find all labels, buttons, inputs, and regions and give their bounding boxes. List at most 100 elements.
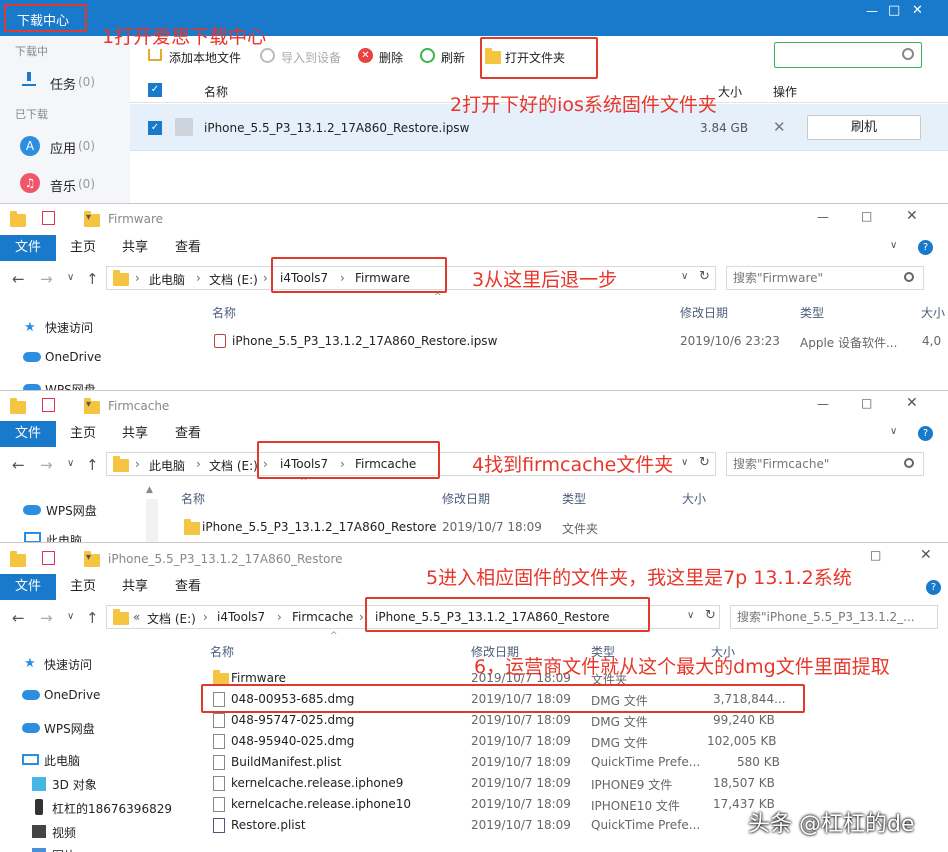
tab-view[interactable]: 查看 (175, 421, 201, 447)
nav-wps[interactable]: WPS网盘 (46, 502, 97, 519)
folder-row[interactable]: iPhone_5.5_P3_13.1.2_17A860_Restore 2019… (180, 517, 740, 538)
delete-button[interactable]: 删除 (379, 49, 403, 66)
quick-access-dropdown-icon[interactable]: ▾ (86, 399, 91, 410)
tab-file[interactable]: 文件 (0, 574, 56, 600)
refresh-icon[interactable]: ↻ (705, 608, 716, 623)
file-row[interactable]: 048-95747-025.dmg 2019/10/7 18:09 DMG 文件… (205, 710, 805, 731)
tab-share[interactable]: 共享 (122, 421, 148, 447)
close-button[interactable]: ✕ (920, 547, 932, 563)
crumb-firmcache[interactable]: Firmcache (292, 610, 353, 624)
tab-file[interactable]: 文件 (0, 235, 56, 261)
up-button[interactable]: ↑ (86, 456, 99, 474)
file-row[interactable]: 048-95940-025.dmg 2019/10/7 18:09 DMG 文件… (205, 731, 805, 752)
column-date[interactable]: 修改日期 (680, 304, 728, 321)
column-type[interactable]: 类型 (562, 490, 586, 507)
crumb-drive[interactable]: 文档 (E:) (147, 610, 196, 627)
maximize-button[interactable]: □ (870, 548, 881, 562)
refresh-icon[interactable]: ↻ (699, 269, 710, 284)
search-input[interactable]: 搜索"Firmcache" (726, 452, 924, 476)
file-row[interactable]: Restore.plist 2019/10/7 18:09 QuickTime … (205, 815, 805, 836)
quick-access-dropdown-icon[interactable]: ▾ (86, 552, 91, 563)
tab-home[interactable]: 主页 (70, 421, 96, 447)
tab-home[interactable]: 主页 (70, 235, 96, 261)
nav-3d-objects[interactable]: 3D 对象 (52, 776, 97, 793)
select-all-checkbox[interactable]: ✓ (148, 83, 162, 97)
back-button[interactable]: ← (12, 456, 25, 474)
help-icon[interactable]: ? (918, 240, 933, 255)
sidebar-item-music[interactable]: 音乐 (50, 176, 76, 195)
file-row[interactable]: iPhone_5.5_P3_13.1.2_17A860_Restore.ipsw… (210, 331, 948, 352)
nav-quick-access[interactable]: 快速访问 (44, 656, 92, 673)
crumb-overflow[interactable]: « (133, 610, 140, 624)
search-input[interactable]: 搜索"iPhone_5.5_P3_13.1.2_... (730, 605, 938, 629)
file-row[interactable]: kernelcache.release.iphone10 2019/10/7 1… (205, 794, 805, 815)
back-button[interactable]: ← (12, 609, 25, 627)
nav-onedrive[interactable]: OneDrive (44, 688, 100, 702)
recent-dropdown-icon[interactable]: ∨ (67, 611, 74, 622)
scroll-up-arrow[interactable]: ▲ (146, 485, 153, 495)
column-type[interactable]: 类型 (800, 304, 824, 321)
column-size[interactable]: 大小 (682, 490, 706, 507)
column-name[interactable]: 名称 (210, 643, 234, 660)
maximize-button[interactable]: □ (861, 396, 872, 410)
recent-dropdown-icon[interactable]: ∨ (67, 458, 74, 469)
maximize-button[interactable]: □ (888, 3, 900, 18)
tab-home[interactable]: 主页 (70, 574, 96, 600)
ribbon-expand-icon[interactable]: ∨ (890, 240, 897, 251)
nav-this-pc[interactable]: 此电脑 (44, 752, 80, 769)
address-dropdown-icon[interactable]: ∨ (681, 271, 688, 282)
remove-row-icon[interactable]: ✕ (773, 118, 786, 136)
tab-view[interactable]: 查看 (175, 574, 201, 600)
help-icon[interactable]: ? (918, 426, 933, 441)
forward-button[interactable]: → (40, 270, 53, 288)
search-icon[interactable] (904, 458, 914, 468)
forward-button[interactable]: → (40, 456, 53, 474)
help-icon[interactable]: ? (926, 580, 941, 595)
forward-button[interactable]: → (40, 609, 53, 627)
search-input[interactable]: 搜索"Firmware" (726, 266, 924, 290)
nav-pictures[interactable]: 图片 (52, 847, 76, 852)
row-checkbox[interactable]: ✓ (148, 121, 162, 135)
minimize-button[interactable]: — (866, 4, 878, 18)
column-name[interactable]: 名称 (212, 304, 236, 321)
nav-wps[interactable]: WPS网盘 (44, 720, 95, 737)
nav-device[interactable]: 杠杠的18676396829 (52, 800, 172, 817)
sidebar-item-tasks[interactable]: 任务 (50, 74, 76, 93)
nav-quick-access[interactable]: 快速访问 (45, 319, 93, 336)
up-button[interactable]: ↑ (86, 270, 99, 288)
up-button[interactable]: ↑ (86, 609, 99, 627)
column-name[interactable]: 名称 (181, 490, 205, 507)
add-local-file-button[interactable]: 添加本地文件 (169, 49, 241, 66)
address-dropdown-icon[interactable]: ∨ (687, 610, 694, 621)
ribbon-expand-icon[interactable]: ∨ (890, 426, 897, 437)
search-icon[interactable] (902, 48, 914, 60)
refresh-button[interactable]: 刷新 (441, 49, 465, 66)
crumb-drive[interactable]: 文档 (E:) (209, 457, 258, 474)
nav-onedrive[interactable]: OneDrive (45, 350, 101, 364)
close-button[interactable]: ✕ (912, 3, 923, 18)
tab-share[interactable]: 共享 (122, 235, 148, 261)
import-device-button[interactable]: 导入到设备 (281, 49, 341, 66)
address-dropdown-icon[interactable]: ∨ (681, 457, 688, 468)
flash-button[interactable]: 刷机 (807, 115, 921, 140)
maximize-button[interactable]: □ (861, 209, 872, 223)
crumb-this-pc[interactable]: 此电脑 (149, 457, 185, 474)
minimize-button[interactable]: — (817, 210, 829, 224)
quick-access-dropdown-icon[interactable]: ▾ (86, 212, 91, 223)
refresh-icon[interactable]: ↻ (699, 455, 710, 470)
download-search-input[interactable] (774, 42, 922, 68)
search-icon[interactable] (904, 272, 914, 282)
recent-dropdown-icon[interactable]: ∨ (67, 272, 74, 283)
nav-videos[interactable]: 视频 (52, 824, 76, 841)
close-button[interactable]: ✕ (906, 208, 918, 224)
minimize-button[interactable]: — (817, 397, 829, 411)
column-size[interactable]: 大小 (921, 304, 945, 321)
crumb-i4tools[interactable]: i4Tools7 (217, 610, 265, 624)
sidebar-item-apps[interactable]: 应用 (50, 138, 76, 157)
file-row[interactable]: kernelcache.release.iphone9 2019/10/7 18… (205, 773, 805, 794)
column-date[interactable]: 修改日期 (442, 490, 490, 507)
back-button[interactable]: ← (12, 270, 25, 288)
close-button[interactable]: ✕ (906, 395, 918, 411)
crumb-this-pc[interactable]: 此电脑 (149, 271, 185, 288)
tab-view[interactable]: 查看 (175, 235, 201, 261)
